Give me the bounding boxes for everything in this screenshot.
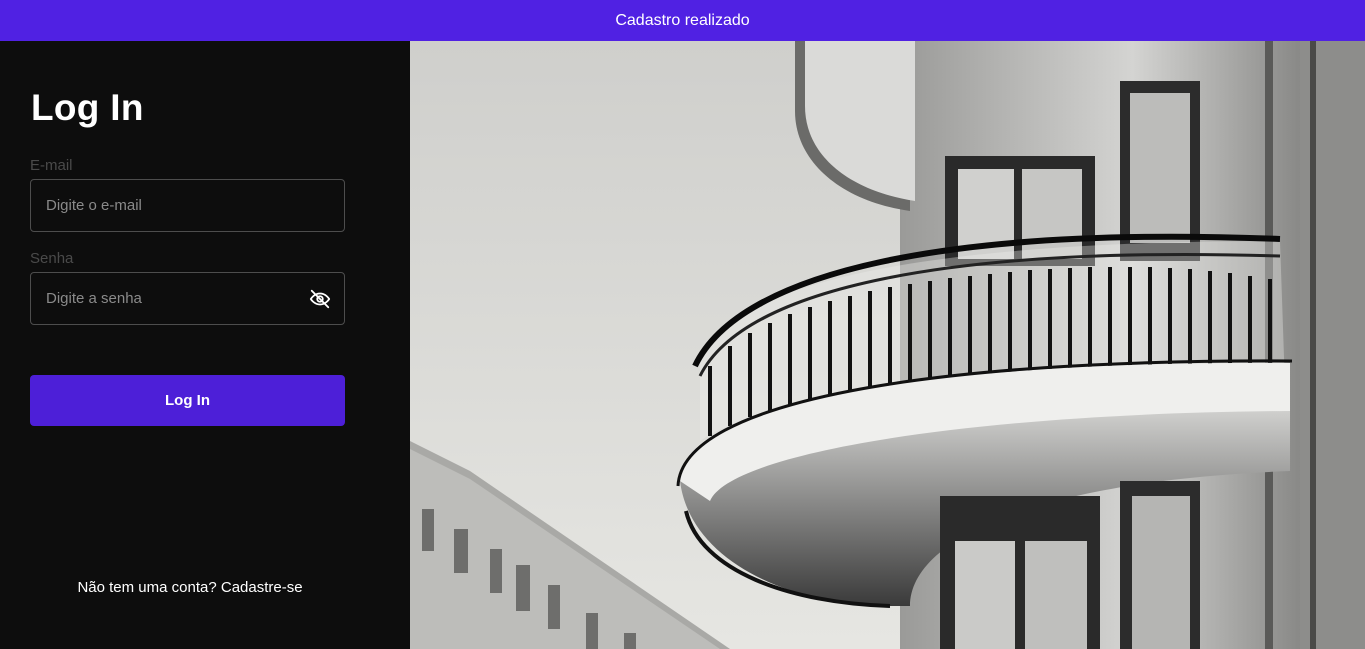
signup-prompt-text: Não tem uma conta?: [77, 579, 217, 596]
toast-message: Cadastro realizado: [615, 11, 750, 29]
signup-link[interactable]: Cadastre-se: [221, 579, 303, 596]
email-label: E-mail: [30, 157, 73, 174]
password-label: Senha: [30, 250, 74, 267]
login-panel: Log In E-mail Senha Log In Não tem uma c…: [0, 41, 410, 649]
eye-off-icon[interactable]: [309, 288, 331, 310]
login-button[interactable]: Log In: [30, 375, 345, 426]
password-input[interactable]: [46, 273, 301, 324]
page-title: Log In: [31, 87, 144, 128]
password-field-container: [30, 272, 345, 325]
building-photo: [410, 41, 1365, 649]
success-toast: Cadastro realizado: [0, 0, 1365, 41]
email-field-container: [30, 179, 345, 232]
email-input[interactable]: [46, 180, 301, 231]
signup-prompt: Não tem uma conta? Cadastre-se: [0, 579, 380, 596]
